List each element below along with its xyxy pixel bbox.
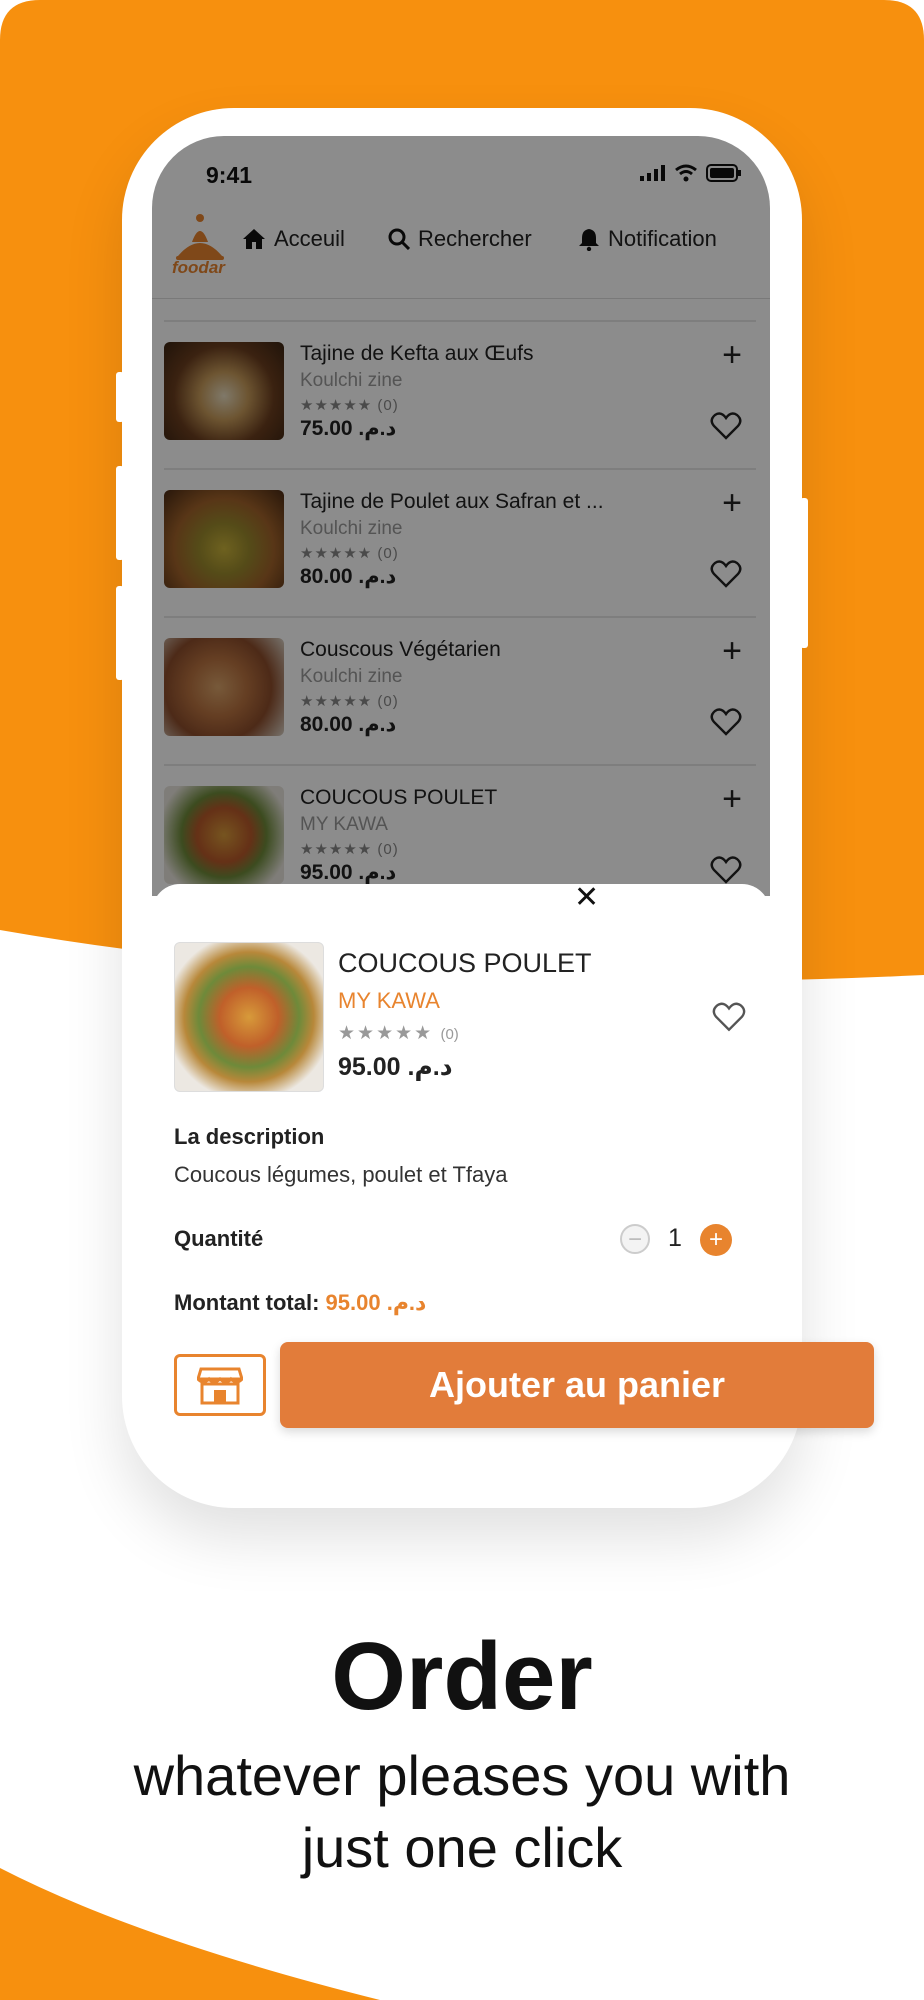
quantity-increase-button[interactable]: + <box>700 1224 732 1256</box>
product-restaurant[interactable]: MY KAWA <box>338 988 440 1014</box>
add-to-cart-button[interactable]: Ajouter au panier <box>280 1342 874 1428</box>
promo-subline: whatever pleases you with just one click <box>0 1740 924 1884</box>
product-rating-count: (0) <box>440 1026 459 1043</box>
phone-side-button <box>116 466 124 560</box>
total-value: 95.00 .د.م <box>325 1290 427 1315</box>
phone-side-button <box>116 586 124 680</box>
product-rating: ★★★★★ (0) <box>338 1023 459 1044</box>
promo-line-1: whatever pleases you with <box>133 1744 791 1807</box>
promo-line-2: just one click <box>301 1816 623 1879</box>
modal-backdrop[interactable] <box>152 136 770 896</box>
product-price: 95.00 .د.م <box>338 1053 453 1081</box>
total-amount: Montant total: 95.00 .د.م <box>174 1290 426 1316</box>
total-label: Montant total: <box>174 1290 320 1315</box>
store-icon <box>197 1367 243 1405</box>
product-image <box>174 942 324 1092</box>
quantity-value: 1 <box>668 1224 682 1252</box>
quantity-label: Quantité <box>174 1226 264 1251</box>
promo-headline: Order <box>331 1623 593 1730</box>
close-icon[interactable]: ✕ <box>574 880 599 915</box>
quantity-decrease-button[interactable]: − <box>620 1224 650 1254</box>
phone-side-button <box>800 498 808 648</box>
product-title: COUCOUS POULET <box>338 948 592 978</box>
store-button[interactable] <box>174 1354 266 1416</box>
description-label: La description <box>174 1124 325 1149</box>
favorite-heart-icon[interactable] <box>712 1002 746 1032</box>
phone-side-button <box>116 372 124 422</box>
description-text: Coucous légumes, poulet et Tfaya <box>174 1162 508 1187</box>
